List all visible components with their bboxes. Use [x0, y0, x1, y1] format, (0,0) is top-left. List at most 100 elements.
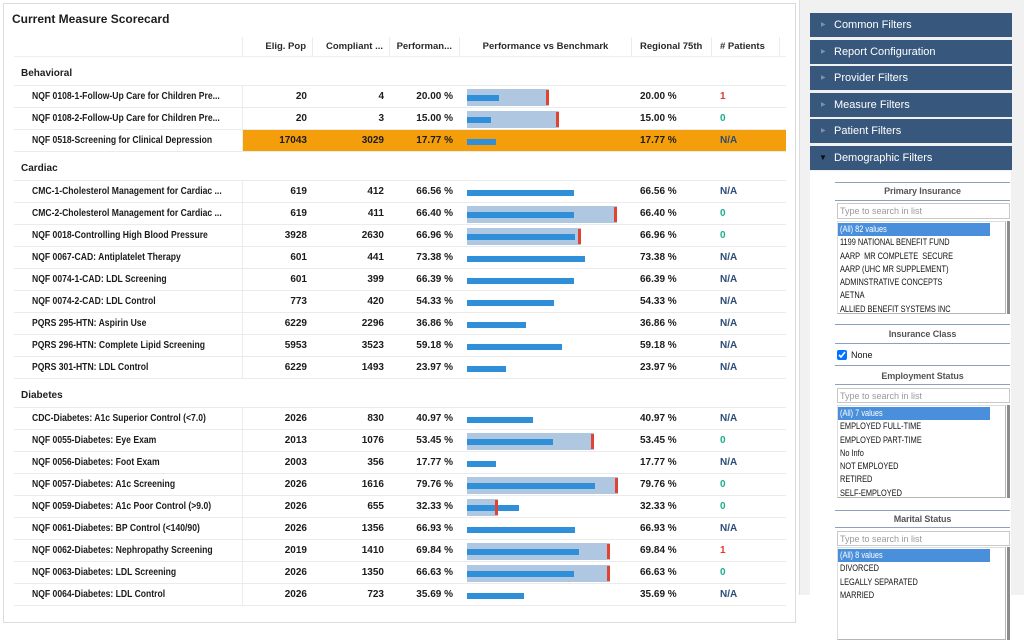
measure-row[interactable]: NQF 0056-Diabetes: Foot Exam 2003 356 17.77…	[14, 452, 786, 474]
insurance-class-option-none[interactable]: None	[837, 348, 873, 362]
performance-vs-benchmark-cell	[460, 357, 632, 378]
measure-row[interactable]: NQF 0055-Diabetes: Eye Exam 2013 1076 53.45…	[14, 430, 786, 452]
column-header-elig-pop[interactable]: Elig. Pop	[243, 37, 313, 56]
measure-row[interactable]: CMC-2-Cholesterol Management for Cardiac…	[14, 203, 786, 225]
list-item[interactable]: (All) 8 values	[838, 549, 990, 563]
regional-75th-value: 59.18 %	[640, 340, 677, 351]
accordion-report-configuration[interactable]: ▶ Report Configuration	[810, 39, 1012, 64]
list-item[interactable]: EMPLOYED PART-TIME	[838, 434, 1005, 447]
column-header-measure[interactable]	[14, 37, 243, 56]
measure-name-cell[interactable]: NQF 0055-Diabetes: Eye Exam	[14, 430, 243, 451]
marital-status-listbox[interactable]: (All) 8 values DIVORCED LEGALLY SEPARATE…	[837, 547, 1006, 640]
measure-name-cell[interactable]: NQF 0074-2-CAD: LDL Control	[14, 291, 243, 312]
measure-row[interactable]: NQF 0059-Diabetes: A1c Poor Control (>9.…	[14, 496, 786, 518]
measure-row[interactable]: NQF 0108-2-Follow-Up Care for Children P…	[14, 108, 786, 130]
measure-name-cell[interactable]: NQF 0108-2-Follow-Up Care for Children P…	[14, 108, 243, 129]
measure-row[interactable]: CDC-Diabetes: A1c Superior Control (<7.0…	[14, 408, 786, 430]
list-item[interactable]: ALLIED BENEFIT SYSTEMS INC	[838, 303, 1005, 313]
primary-insurance-scrollbar[interactable]	[1007, 221, 1010, 314]
performance-value: 36.86 %	[416, 318, 453, 329]
list-item[interactable]: AETNA	[838, 289, 1005, 302]
measure-row[interactable]: PQRS 296-HTN: Complete Lipid Screening 59…	[14, 335, 786, 357]
measure-values: 2003 356 17.77 % 17.77 % N/A	[243, 452, 786, 473]
group-label: Cardiac	[21, 163, 58, 174]
column-header-compliant[interactable]: Compliant ...	[313, 37, 390, 56]
accordion-demographic-filters[interactable]: ▼ Demographic Filters	[810, 145, 1012, 170]
measure-name-cell[interactable]: CMC-2-Cholesterol Management for Cardiac…	[14, 203, 243, 224]
list-item[interactable]: EMPLOYED FULL-TIME	[838, 420, 1005, 433]
measure-row[interactable]: NQF 0061-Diabetes: BP Control (<140/90) 2…	[14, 518, 786, 540]
accordion-provider-filters[interactable]: ▶ Provider Filters	[810, 66, 1012, 91]
measure-row[interactable]: PQRS 295-HTN: Aspirin Use 6229 2296 36.86 %…	[14, 313, 786, 335]
measure-name-cell[interactable]: CMC-1-Cholesterol Management for Cardiac…	[14, 181, 243, 202]
measure-row-selected[interactable]: NQF 0518-Screening for Clinical Depressi…	[14, 130, 786, 152]
measure-name-cell[interactable]: NQF 0062-Diabetes: Nephropathy Screening	[14, 540, 243, 561]
list-item[interactable]: AARP (UHC MR SUPPLEMENT)	[838, 263, 1005, 276]
primary-insurance-listbox[interactable]: (All) 82 values 1199 NATIONAL BENEFIT FU…	[837, 221, 1006, 314]
measure-row[interactable]: NQF 0074-1-CAD: LDL Screening 601 399 66.39…	[14, 269, 786, 291]
measure-name-cell[interactable]: NQF 0518-Screening for Clinical Depressi…	[14, 130, 243, 151]
measure-name-cell[interactable]: NQF 0074-1-CAD: LDL Screening	[14, 269, 243, 290]
column-header-performance[interactable]: Performan...	[390, 37, 460, 56]
patients-value: 0	[720, 208, 726, 219]
measure-name-cell[interactable]: NQF 0059-Diabetes: A1c Poor Control (>9.…	[14, 496, 243, 517]
list-item[interactable]: No Info	[838, 447, 1005, 460]
list-item[interactable]: SELF-EMPLOYED	[838, 487, 1005, 497]
measure-name-cell[interactable]: CDC-Diabetes: A1c Superior Control (<7.0…	[14, 408, 243, 429]
list-item[interactable]: LEGALLY SEPARATED	[838, 576, 1005, 589]
list-item[interactable]: NOT EMPLOYED	[838, 460, 1005, 473]
measure-row[interactable]: PQRS 301-HTN: LDL Control 6229 1493 23.97 %…	[14, 357, 786, 379]
measure-name-cell[interactable]: PQRS 295-HTN: Aspirin Use	[14, 313, 243, 334]
measure-name-cell[interactable]: NQF 0063-Diabetes: LDL Screening	[14, 562, 243, 583]
measure-name-cell[interactable]: NQF 0061-Diabetes: BP Control (<140/90)	[14, 518, 243, 539]
list-item-label: NOT EMPLOYED	[840, 461, 899, 472]
list-item[interactable]: DIVORCED	[838, 562, 1005, 575]
elig-pop-value: 2026	[284, 501, 307, 512]
employment-status-listbox[interactable]: (All) 7 values EMPLOYED FULL-TIME EMPLOY…	[837, 405, 1006, 498]
measure-name-cell[interactable]: NQF 0056-Diabetes: Foot Exam	[14, 452, 243, 473]
insurance-class-none-checkbox[interactable]	[837, 350, 847, 360]
employment-status-scrollbar[interactable]	[1007, 405, 1010, 498]
column-header-patients[interactable]: # Patients	[712, 37, 780, 56]
measure-row[interactable]: NQF 0063-Diabetes: LDL Screening 2026 1350…	[14, 562, 786, 584]
measure-values: 601 399 66.39 % 66.39 % N/A	[243, 269, 786, 290]
measure-row[interactable]: CMC-1-Cholesterol Management for Cardiac…	[14, 181, 786, 203]
list-item[interactable]: RETIRED	[838, 473, 1005, 486]
measure-row[interactable]: NQF 0018-Controlling High Blood Pressure…	[14, 225, 786, 247]
measure-name-cell[interactable]: PQRS 296-HTN: Complete Lipid Screening	[14, 335, 243, 356]
list-item[interactable]: (All) 82 values	[838, 223, 990, 237]
list-item[interactable]: MARRIED	[838, 589, 1005, 602]
benchmark-marker	[607, 544, 611, 559]
measure-name-cell[interactable]: PQRS 301-HTN: LDL Control	[14, 357, 243, 378]
measure-name-cell[interactable]: NQF 0108-1-Follow-Up Care for Children P…	[14, 86, 243, 107]
column-header-regional-75th[interactable]: Regional 75th	[632, 37, 712, 56]
accordion-measure-filters[interactable]: ▶ Measure Filters	[810, 92, 1012, 117]
list-item[interactable]: AARP MR COMPLETE SECURE	[838, 250, 1005, 263]
column-header-performance-vs-benchmark[interactable]: Performance vs Benchmark	[460, 37, 632, 56]
marital-status-search-input[interactable]	[837, 531, 1010, 546]
measure-row[interactable]: NQF 0062-Diabetes: Nephropathy Screening…	[14, 540, 786, 562]
accordion-common-filters[interactable]: ▶ Common Filters	[810, 13, 1012, 37]
measure-row[interactable]: NQF 0057-Diabetes: A1c Screening 2026 1616…	[14, 474, 786, 496]
benchmark-marker	[578, 229, 582, 244]
measure-name: PQRS 296-HTN: Complete Lipid Screening	[32, 340, 205, 351]
list-item-label: (All) 7 values	[840, 408, 883, 418]
employment-status-search-input[interactable]	[837, 388, 1010, 403]
performance-vs-benchmark-cell	[460, 181, 632, 202]
measure-name-cell[interactable]: NQF 0067-CAD: Antiplatelet Therapy	[14, 247, 243, 268]
accordion-patient-filters[interactable]: ▶ Patient Filters	[810, 119, 1012, 144]
regional-75th-value: 54.33 %	[640, 296, 677, 307]
compliant-value: 1616	[361, 479, 384, 490]
performance-vs-benchmark-cell	[460, 562, 632, 583]
list-item[interactable]: (All) 7 values	[838, 407, 990, 421]
measure-row[interactable]: NQF 0108-1-Follow-Up Care for Children P…	[14, 86, 786, 108]
marital-status-scrollbar[interactable]	[1007, 547, 1010, 640]
measure-row[interactable]: NQF 0064-Diabetes: LDL Control 2026 723 35.…	[14, 584, 786, 606]
list-item[interactable]: 1199 NATIONAL BENEFIT FUND	[838, 236, 1005, 249]
list-item[interactable]: ADMINSTRATIVE CONCEPTS	[838, 276, 1005, 289]
measure-row[interactable]: NQF 0074-2-CAD: LDL Control 773 420 54.33 %…	[14, 291, 786, 313]
measure-row[interactable]: NQF 0067-CAD: Antiplatelet Therapy 601 441…	[14, 247, 786, 269]
measure-name-cell[interactable]: NQF 0018-Controlling High Blood Pressure	[14, 225, 243, 246]
primary-insurance-search-input[interactable]	[837, 203, 1010, 219]
measure-name-cell[interactable]: NQF 0057-Diabetes: A1c Screening	[14, 474, 243, 495]
